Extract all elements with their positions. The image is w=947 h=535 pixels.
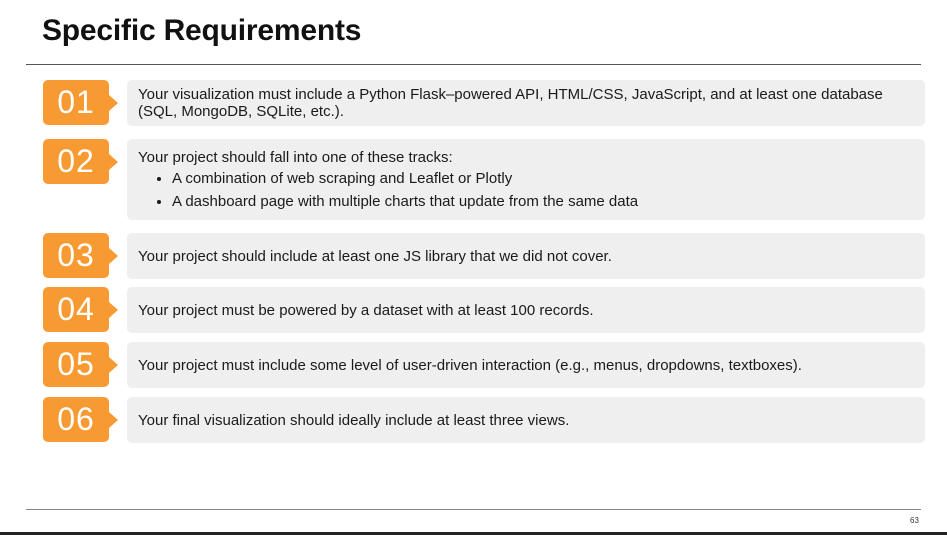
number-badge: 02 xyxy=(43,139,118,184)
requirement-text: Your final visualization should ideally … xyxy=(138,411,570,429)
requirement-text: Your project must include some level of … xyxy=(138,356,802,374)
track-item: A combination of web scraping and Leafle… xyxy=(172,170,913,187)
requirement-box: Your final visualization should ideally … xyxy=(127,397,925,443)
requirement-box: Your project must include some level of … xyxy=(127,342,925,388)
requirement-box: Your project should include at least one… xyxy=(127,233,925,279)
footer-divider xyxy=(26,509,921,510)
number-badge: 03 xyxy=(43,233,118,278)
number-badge: 05 xyxy=(43,342,118,387)
requirement-text: Your project should fall into one of the… xyxy=(138,149,453,166)
requirement-text: Your visualization must include a Python… xyxy=(138,86,883,120)
requirement-box: Your visualization must include a Python… xyxy=(127,80,925,126)
requirement-box: Your project should fall into one of the… xyxy=(127,139,925,220)
number-badge: 04 xyxy=(43,287,118,332)
requirement-text: Your project must be powered by a datase… xyxy=(138,301,594,319)
track-item: A dashboard page with multiple charts th… xyxy=(172,193,913,210)
slide-title: Specific Requirements xyxy=(42,14,362,47)
number-badge: 06 xyxy=(43,397,118,442)
requirement-text: Your project should include at least one… xyxy=(138,247,612,265)
track-list: A combination of web scraping and Leafle… xyxy=(138,170,913,210)
requirement-box: Your project must be powered by a datase… xyxy=(127,287,925,333)
title-divider xyxy=(26,64,921,65)
page-number: 63 xyxy=(910,516,919,525)
number-badge: 01 xyxy=(43,80,118,125)
